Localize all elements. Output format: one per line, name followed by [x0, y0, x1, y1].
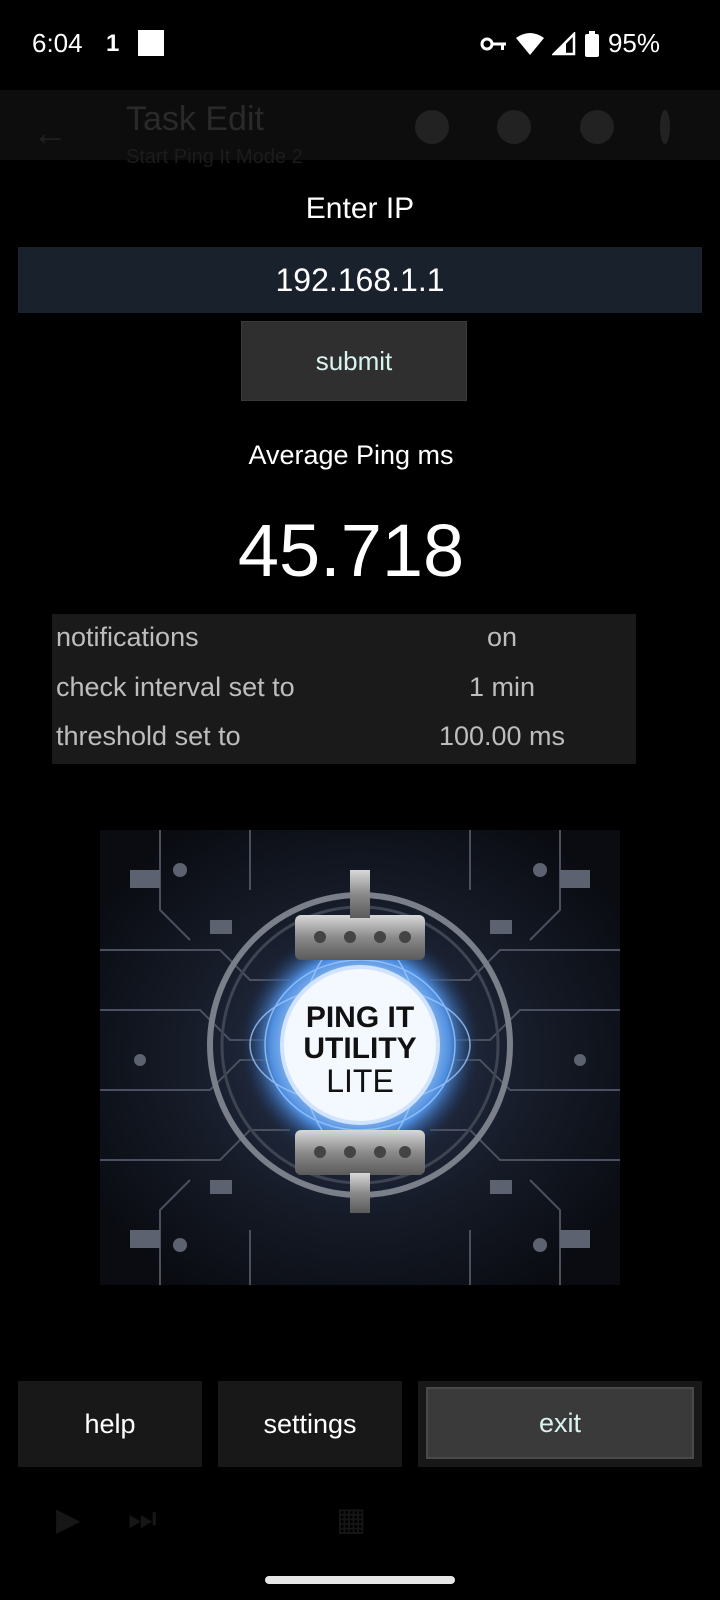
home-indicator[interactable]: [265, 1576, 455, 1584]
settings-summary-panel: notifications on check interval set to 1…: [52, 614, 636, 764]
play-icon: ▶: [56, 1501, 81, 1537]
average-ping-value: 45.718: [237, 509, 465, 592]
ping-it-logo: PING IT UTILITY LITE: [100, 830, 620, 1285]
setting-value: 1 min: [468, 672, 536, 702]
setting-row-threshold: threshold set to 100.00 ms: [52, 713, 636, 759]
skip-next-icon: ⏭: [128, 1500, 157, 1536]
logo-line-2: UTILITY: [303, 1032, 416, 1065]
setting-label: threshold set to: [56, 721, 241, 751]
setting-value: 100.00 ms: [438, 721, 566, 751]
clear-icon: [415, 110, 449, 144]
setting-value: on: [486, 622, 518, 652]
status-time: 6:04: [32, 28, 83, 58]
status-bar: 6:04 1 95%: [0, 0, 720, 90]
setting-row-check-interval: check interval set to 1 min: [52, 664, 636, 710]
battery-icon: [584, 30, 599, 57]
logo-line-1: PING IT: [306, 1001, 414, 1034]
grid-icon: ▦: [336, 1501, 367, 1537]
setting-row-notifications: notifications on: [52, 614, 636, 660]
settings-button[interactable]: settings: [218, 1381, 402, 1467]
signal-icon: [551, 31, 576, 55]
battery-percent: 95%: [607, 28, 660, 58]
vpn-key-icon: [480, 37, 506, 50]
average-ping-label: Average Ping ms: [248, 440, 454, 470]
help-button[interactable]: help: [18, 1381, 202, 1467]
setting-label: notifications: [56, 622, 199, 652]
notification-square-icon: [138, 30, 164, 56]
submit-button[interactable]: submit: [241, 321, 467, 401]
enter-ip-label: Enter IP: [305, 192, 415, 225]
status-icons: 95%: [480, 28, 660, 59]
notification-icon: 1: [106, 30, 120, 57]
background-app-title: Task Edit: [126, 100, 264, 138]
ip-input[interactable]: [18, 247, 702, 313]
wifi-icon: [515, 32, 544, 55]
background-app-toolbar: ← Task Edit Start Ping It Mode 2: [0, 90, 720, 168]
gear-icon: [580, 110, 614, 144]
back-arrow-icon: ←: [32, 112, 68, 153]
exit-button-frame: exit: [418, 1381, 702, 1467]
search-icon: [497, 110, 531, 144]
exit-button[interactable]: exit: [426, 1387, 694, 1459]
logo-line-3: LITE: [326, 1063, 394, 1099]
background-app-subtitle: Start Ping It Mode 2: [126, 146, 303, 168]
background-player-controls: ▶ ⏭ ▦: [0, 1500, 720, 1560]
setting-label: check interval set to: [56, 672, 295, 702]
more-icon: [660, 110, 670, 144]
